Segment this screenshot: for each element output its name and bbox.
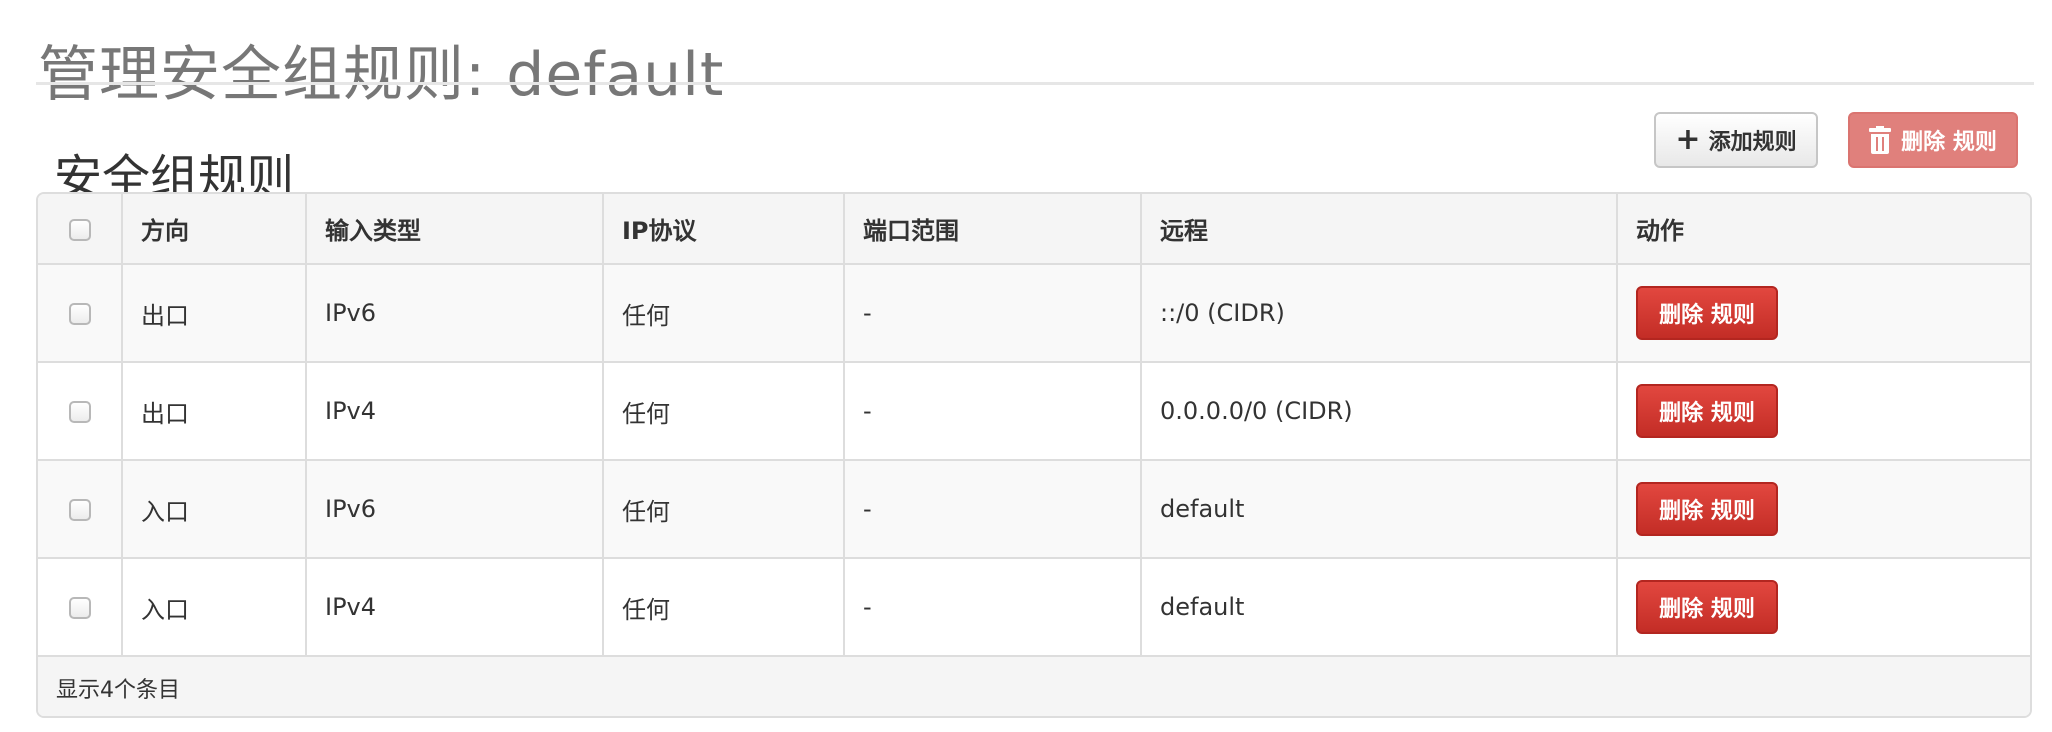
cell-ethertype: IPv6 (306, 460, 604, 559)
cell-direction: 出口 (122, 264, 307, 363)
cell-remote: default (1141, 460, 1618, 559)
row-checkbox[interactable] (68, 401, 91, 423)
column-header-ethertype[interactable]: 输入类型 (306, 194, 604, 265)
cell-remote: ::/0 (CIDR) (1141, 264, 1618, 363)
cell-protocol: 任何 (603, 362, 845, 461)
table-row: 出口 IPv6 任何 - ::/0 (CIDR) 删除 规则 (38, 264, 2030, 363)
cell-direction: 出口 (122, 362, 307, 461)
cell-port-range: - (844, 264, 1142, 363)
cell-protocol: 任何 (603, 460, 845, 559)
trash-icon (1869, 126, 1892, 154)
cell-port-range: - (844, 558, 1142, 657)
cell-direction: 入口 (122, 558, 307, 657)
table-footer: 显示4个条目 (38, 657, 2030, 716)
cell-remote: 0.0.0.0/0 (CIDR) (1141, 362, 1618, 461)
table-row: 入口 IPv4 任何 - default 删除 规则 (38, 558, 2030, 657)
rules-table: 方向 输入类型 IP协议 端口范围 远程 动作 出口 IPv6 任何 - ::/… (36, 192, 2032, 718)
column-header-protocol[interactable]: IP协议 (603, 194, 845, 265)
table-header-row: 方向 输入类型 IP协议 端口范围 远程 动作 (38, 194, 2030, 265)
row-checkbox[interactable] (68, 303, 91, 325)
column-header-remote[interactable]: 远程 (1141, 194, 1618, 265)
select-all-cell (38, 194, 123, 265)
add-rule-button[interactable]: + 添加规则 (1654, 112, 1818, 168)
title-divider (36, 82, 2034, 85)
column-header-direction[interactable]: 方向 (122, 194, 307, 265)
table-row: 出口 IPv4 任何 - 0.0.0.0/0 (CIDR) 删除 规则 (38, 362, 2030, 461)
row-checkbox[interactable] (68, 597, 91, 619)
table-row: 入口 IPv6 任何 - default 删除 规则 (38, 460, 2030, 559)
delete-rule-button[interactable]: 删除 规则 (1636, 482, 1778, 536)
cell-port-range: - (844, 460, 1142, 559)
delete-rule-button[interactable]: 删除 规则 (1636, 384, 1778, 438)
column-header-actions: 动作 (1617, 194, 2030, 265)
delete-rule-button[interactable]: 删除 规则 (1636, 580, 1778, 634)
cell-protocol: 任何 (603, 558, 845, 657)
cell-protocol: 任何 (603, 264, 845, 363)
plus-icon: + (1675, 122, 1701, 157)
add-rule-label: 添加规则 (1708, 130, 1797, 155)
cell-direction: 入口 (122, 460, 307, 559)
item-count: 显示4个条目 (56, 678, 180, 703)
cell-remote: default (1141, 558, 1618, 657)
cell-ethertype: IPv6 (306, 264, 604, 363)
delete-rules-button[interactable]: 删除 规则 (1848, 112, 2018, 168)
row-checkbox[interactable] (68, 499, 91, 521)
cell-port-range: - (844, 362, 1142, 461)
page-title: 管理安全组规则: default (38, 40, 725, 111)
delete-rule-button[interactable]: 删除 规则 (1636, 286, 1778, 340)
delete-rules-label: 删除 规则 (1901, 130, 1997, 155)
cell-ethertype: IPv4 (306, 362, 604, 461)
cell-ethertype: IPv4 (306, 558, 604, 657)
select-all-checkbox[interactable] (68, 218, 91, 241)
column-header-port-range[interactable]: 端口范围 (844, 194, 1142, 265)
